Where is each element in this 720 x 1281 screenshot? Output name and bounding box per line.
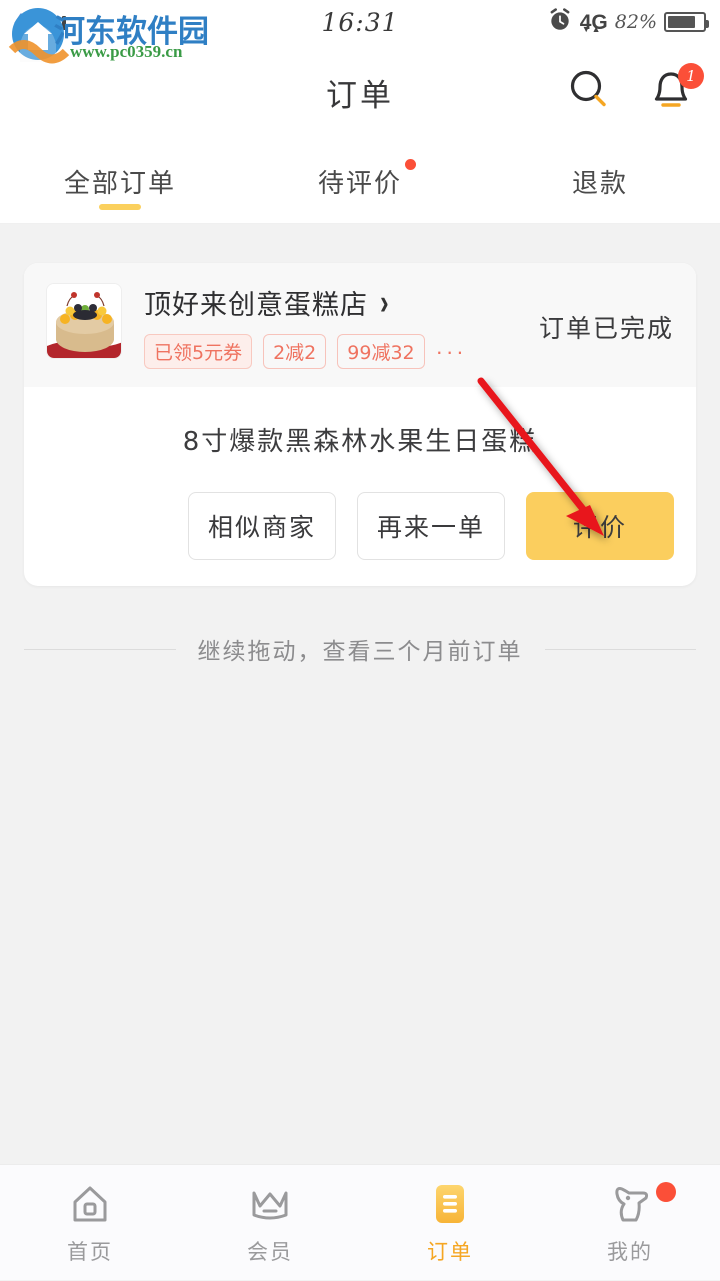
nav-item-home[interactable]: 首页	[0, 1165, 180, 1281]
profile-dot-badge	[656, 1181, 676, 1202]
product-thumbnail[interactable]	[46, 283, 122, 359]
promo-tag-discount-2[interactable]: 99减32	[337, 334, 425, 369]
bottom-navigation: 首页 会员 订单 我的	[0, 1164, 720, 1280]
tab-refund-label: 退款	[571, 169, 628, 199]
promo-tag-discount-1[interactable]: 2减2	[263, 334, 327, 369]
review-button[interactable]: 评价	[526, 492, 674, 560]
nav-item-profile[interactable]: 我的	[540, 1165, 720, 1281]
similar-shops-button[interactable]: 相似商家	[188, 492, 336, 560]
pull-hint-text: 继续拖动，查看三个月前订单	[197, 639, 523, 665]
alarm-clock-icon	[547, 7, 573, 38]
profile-animal-icon	[606, 1180, 676, 1228]
tab-all-orders[interactable]: 全部订单	[0, 140, 240, 224]
divider-line-left	[24, 648, 176, 650]
network-4g-icon: 4G ▼▲	[579, 10, 608, 34]
notification-badge: 1	[678, 63, 704, 89]
promo-tag-coupon[interactable]: 已领5元券	[144, 334, 253, 369]
nav-label-orders: 订单	[427, 1239, 473, 1264]
order-tabs: 全部订单 待评价 退款	[0, 140, 720, 224]
tab-all-orders-label: 全部订单	[63, 169, 176, 199]
tab-refund[interactable]: 退款	[480, 140, 720, 224]
nav-label-profile: 我的	[607, 1239, 653, 1264]
tab-pending-review-label: 待评价	[318, 159, 416, 200]
battery-percent-label: 82%	[614, 11, 657, 33]
search-icon	[566, 67, 612, 118]
order-list-icon	[426, 1180, 474, 1228]
tab-pending-review[interactable]: 待评价	[240, 140, 480, 224]
search-button[interactable]	[566, 69, 612, 115]
order-card-body: 8寸爆款黑森林水果生日蛋糕	[24, 387, 696, 458]
reorder-button[interactable]: 再来一单	[357, 492, 505, 560]
product-name: 8寸爆款黑森林水果生日蛋糕	[182, 427, 538, 457]
nav-label-home: 首页	[67, 1239, 113, 1264]
nav-item-member[interactable]: 会员	[180, 1165, 360, 1281]
phone-screen: 4G 16:31 4G ▼▲ 82% 河东软件园 www.pc0359.cn 订…	[0, 0, 720, 1280]
order-list-scroll[interactable]: 顶好来创意蛋糕店 › 已领5元券 2减2 99减32 ··· 订单已完成 8寸爆…	[0, 224, 720, 1164]
active-tab-underline	[99, 203, 141, 210]
status-bar: 4G 16:31 4G ▼▲ 82%	[0, 0, 720, 44]
app-header: 订单 1	[0, 44, 720, 140]
nav-item-orders[interactable]: 订单	[360, 1165, 540, 1281]
order-card[interactable]: 顶好来创意蛋糕店 › 已领5元券 2减2 99减32 ··· 订单已完成 8寸爆…	[24, 263, 696, 586]
status-right: 4G ▼▲ 82%	[547, 7, 709, 38]
battery-icon	[664, 12, 709, 32]
shop-name: 顶好来创意蛋糕店	[144, 290, 368, 321]
home-icon	[66, 1180, 114, 1228]
order-actions: 相似商家 再来一单 评价	[24, 458, 696, 586]
crown-icon	[246, 1180, 294, 1228]
order-status-label: 订单已完成	[538, 314, 674, 343]
tab-dot-badge	[405, 159, 416, 170]
promo-tags-more-button[interactable]: ···	[436, 339, 467, 365]
order-card-header: 顶好来创意蛋糕店 › 已领5元券 2减2 99减32 ··· 订单已完成	[24, 263, 696, 387]
pull-hint-divider: 继续拖动，查看三个月前订单	[0, 632, 720, 666]
nav-label-member: 会员	[247, 1239, 293, 1264]
notifications-button[interactable]: 1	[648, 63, 704, 115]
chevron-right-icon: ›	[380, 281, 389, 323]
header-actions: 1	[566, 63, 704, 115]
divider-line-right	[544, 648, 696, 650]
